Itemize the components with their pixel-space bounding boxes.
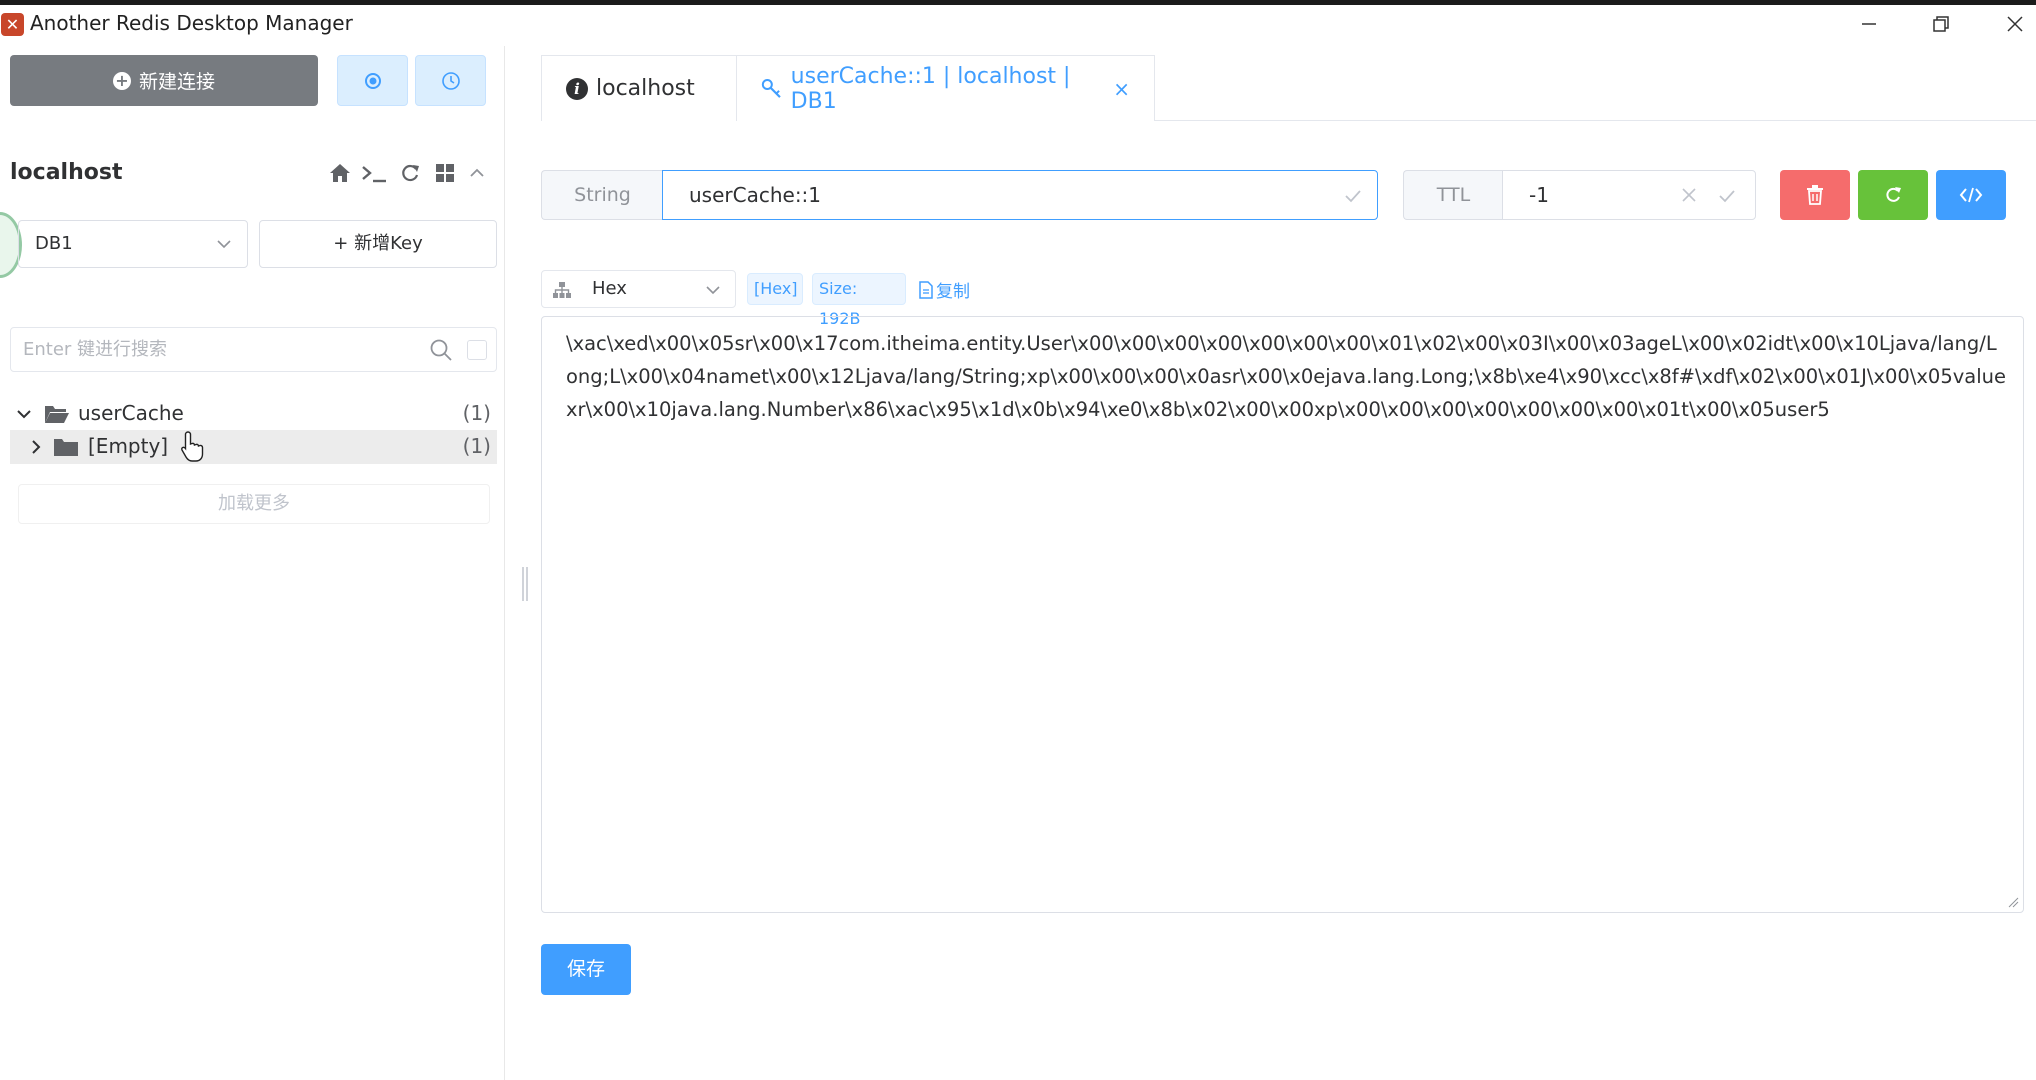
collapse-button[interactable] — [463, 159, 491, 187]
refresh-connection-button[interactable] — [396, 159, 424, 187]
db-select-value: DB1 — [35, 233, 73, 254]
sidebar-resize-handle[interactable] — [521, 567, 529, 601]
key-search-input[interactable] — [21, 332, 421, 367]
tree-folder-empty[interactable]: [Empty] (1) — [10, 430, 497, 464]
document-icon — [919, 280, 933, 299]
settings-button[interactable] — [337, 55, 408, 106]
save-button[interactable]: 保存 — [541, 944, 631, 995]
home-button[interactable] — [326, 159, 354, 187]
key-search-box — [10, 327, 497, 372]
plus-circle-icon: + — [112, 71, 131, 90]
restore-icon — [1933, 16, 1949, 32]
check-icon[interactable] — [1343, 186, 1363, 206]
refresh-icon — [1886, 187, 1901, 202]
resize-grip-icon[interactable] — [2007, 896, 2019, 908]
key-name-input[interactable] — [687, 179, 1327, 211]
chevron-down-icon — [706, 286, 720, 295]
tab-close-button[interactable]: × — [1113, 77, 1130, 101]
close-window-button[interactable] — [1996, 9, 2036, 39]
grid-icon — [436, 164, 454, 182]
value-editor[interactable]: \xac\xed\x00\x05sr\x00\x17com.itheima.en… — [541, 316, 2024, 913]
info-icon: i — [566, 77, 588, 100]
hand-cursor-icon — [181, 431, 204, 462]
value-content[interactable]: \xac\xed\x00\x05sr\x00\x17com.itheima.en… — [566, 327, 2006, 426]
chevron-right-icon — [32, 440, 41, 454]
tree-folder-label: [Empty] — [88, 434, 169, 458]
key-name-field — [662, 170, 1378, 220]
terminal-icon — [362, 166, 386, 183]
window-title: Another Redis Desktop Manager — [30, 11, 353, 35]
minimize-icon — [1862, 23, 1876, 25]
check-icon[interactable] — [1717, 186, 1737, 206]
connection-name: localhost — [10, 160, 123, 185]
trash-icon — [1807, 185, 1823, 205]
app-logo-icon: ✕ — [1, 13, 24, 36]
tab-label: localhost — [596, 76, 695, 101]
console-button[interactable] — [360, 159, 388, 187]
ttl-input[interactable] — [1527, 179, 1667, 211]
clear-icon[interactable] — [1679, 185, 1699, 205]
code-icon — [1959, 187, 1983, 203]
gear-icon — [364, 72, 381, 89]
tab-label: userCache::1 | localhost | DB1 — [790, 63, 1071, 114]
key-icon — [761, 78, 781, 98]
tab-key-detail[interactable]: userCache::1 | localhost | DB1 × — [736, 55, 1155, 121]
tree-folder-count: (1) — [462, 401, 491, 425]
size-tag: Size: 192B — [812, 273, 906, 328]
clock-icon — [441, 71, 460, 90]
search-icon[interactable] — [429, 338, 453, 362]
minimize-button[interactable] — [1848, 9, 1888, 39]
sitemap-icon — [553, 282, 571, 298]
new-key-button[interactable]: + 新增Key — [259, 220, 497, 268]
new-connection-button[interactable]: + 新建连接 — [10, 55, 318, 106]
chevron-down-icon — [17, 410, 31, 419]
copy-value-button[interactable]: 复制 — [918, 277, 970, 302]
new-connection-label: 新建连接 — [138, 71, 215, 93]
title-bar: ✕ Another Redis Desktop Manager — [0, 5, 2036, 46]
ttl-label: TTL — [1403, 170, 1503, 220]
command-log-button[interactable] — [415, 55, 486, 106]
tree-folder-count: (1) — [462, 434, 491, 458]
home-icon — [330, 164, 350, 182]
restore-button[interactable] — [1921, 9, 1961, 39]
key-type-label: String — [541, 170, 663, 220]
sidebar: + 新建连接 localhost DB1 + 新增Key Enter 键进行搜索… — [0, 46, 505, 1080]
tree-folder-usercache[interactable]: userCache (1) — [10, 397, 497, 431]
exact-search-checkbox[interactable] — [467, 340, 487, 360]
ttl-field — [1502, 170, 1756, 220]
view-format-value: Hex — [592, 278, 627, 299]
delete-key-button[interactable] — [1780, 170, 1850, 220]
chevron-down-icon — [217, 240, 231, 249]
load-more-button[interactable]: 加载更多 — [18, 484, 490, 524]
chevron-up-icon — [470, 168, 484, 177]
tree-folder-label: userCache — [78, 401, 184, 425]
refresh-icon — [402, 164, 419, 182]
dump-command-button[interactable] — [1936, 170, 2006, 220]
tab-localhost[interactable]: i localhost — [541, 55, 737, 121]
status-button[interactable] — [431, 159, 459, 187]
db-select[interactable]: DB1 — [18, 220, 248, 268]
copy-label: 复制 — [936, 282, 970, 302]
close-icon — [2007, 16, 2023, 32]
refresh-key-button[interactable] — [1858, 170, 1928, 220]
tab-bar: i localhost userCache::1 | localhost | D… — [541, 55, 2036, 121]
view-format-select[interactable]: Hex — [541, 270, 736, 308]
folder-icon — [54, 439, 78, 456]
folder-open-icon — [45, 406, 69, 423]
format-tag: [Hex] — [747, 273, 803, 305]
